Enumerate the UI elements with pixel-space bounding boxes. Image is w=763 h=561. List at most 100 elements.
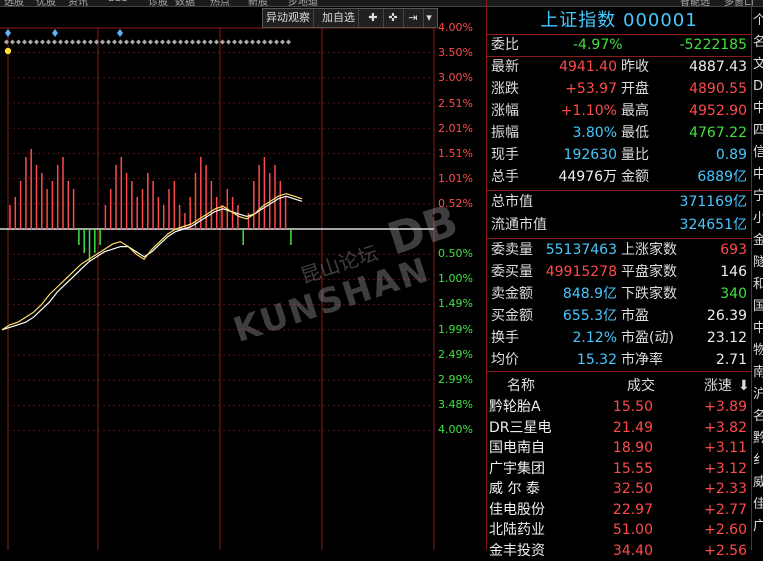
event-marker-blue — [5, 29, 11, 37]
event-marker — [184, 39, 189, 45]
list-item[interactable]: 金丰投资 34.40 +2.56 — [487, 541, 751, 561]
event-marker-blue — [52, 29, 58, 37]
percent-tick-label: 1.49% — [438, 297, 473, 311]
event-marker — [178, 39, 183, 45]
quote-row-junjia: 均价 15.32 市净率 2.71 — [491, 352, 747, 368]
event-marker — [274, 39, 279, 45]
side-char: 宁 — [753, 189, 763, 204]
list-item[interactable]: 北陆药业 51.00 +2.60 — [487, 520, 751, 540]
event-marker — [100, 39, 105, 45]
quote-row-zhenfu: 振幅 3.80% 最低 4767.22 — [491, 125, 747, 141]
event-marker — [124, 39, 129, 45]
dropdown-icon[interactable]: ▾ — [421, 9, 437, 27]
event-marker-blue — [117, 29, 123, 37]
event-marker — [256, 39, 261, 45]
col-name[interactable]: 名称 — [507, 376, 535, 396]
event-marker — [136, 39, 141, 45]
event-marker-yellow — [4, 47, 12, 55]
event-marker — [160, 39, 165, 45]
event-marker — [202, 39, 207, 45]
quote-row-zuixin: 最新 4941.40 昨收 4887.43 — [491, 59, 747, 75]
chart-toolbar: 异动观察 加自选 ✚ ✜ ⇥ ▾ — [262, 8, 438, 28]
quote-row-float-mv: 流通市值 324651亿 — [491, 217, 747, 233]
col-price[interactable]: 成交 — [627, 376, 655, 396]
side-char: 金 — [753, 233, 763, 248]
side-char: 和 — [753, 277, 763, 292]
event-marker — [286, 39, 291, 45]
event-marker — [46, 39, 51, 45]
event-marker — [172, 39, 177, 45]
quote-row-zhangfu: 涨幅 +1.10% 最高 4952.90 — [491, 103, 747, 119]
list-item[interactable]: DR三星电 21.49 +3.82 — [487, 418, 751, 438]
percent-tick-label: 4.00% — [438, 423, 473, 437]
side-char: 国 — [753, 299, 763, 314]
event-marker — [22, 39, 27, 45]
side-char: 四 — [753, 123, 763, 138]
plus-icon[interactable]: ✚ — [363, 9, 384, 27]
percent-tick-label: 0.52% — [438, 197, 473, 211]
event-marker — [58, 39, 63, 45]
event-marker — [262, 39, 267, 45]
event-marker — [238, 39, 243, 45]
side-char: 小 — [753, 211, 763, 226]
side-char: 威 — [753, 475, 763, 490]
quote-row-maijin: 卖金额 848.9亿 下跌家数 340 — [491, 286, 747, 302]
event-marker — [166, 39, 171, 45]
event-marker — [10, 39, 15, 45]
event-marker — [118, 39, 123, 45]
list-item[interactable]: 威 尔 泰 32.50 +2.33 — [487, 479, 751, 499]
event-marker — [280, 39, 285, 45]
event-marker — [208, 39, 213, 45]
quote-row-total-mv: 总市值 371169亿 — [491, 194, 747, 210]
percent-tick-label: 1.00% — [438, 272, 473, 286]
intraday-chart[interactable] — [0, 0, 487, 550]
event-marker — [88, 39, 93, 45]
sort-down-icon[interactable]: ⬇ — [738, 376, 750, 396]
divider — [486, 0, 487, 550]
add-favorite-button[interactable]: 加自选 — [319, 9, 359, 27]
crosshair-icon[interactable]: ✜ — [383, 9, 404, 27]
side-char: 黔 — [753, 431, 763, 446]
event-marker — [52, 39, 57, 45]
side-char: 佳 — [753, 497, 763, 512]
side-char: 信 — [753, 145, 763, 160]
percent-tick-label: 2.99% — [438, 373, 473, 386]
side-char: 文 — [753, 57, 763, 72]
quote-row-maijin2: 买金额 655.3亿 市盈 26.39 — [491, 308, 747, 324]
side-char: 中 — [753, 321, 763, 336]
watch-button[interactable]: 异动观察 — [263, 9, 314, 27]
list-item[interactable]: 佳电股份 22.97 +2.77 — [487, 500, 751, 520]
side-char: 名 — [753, 409, 763, 424]
event-marker — [130, 39, 135, 45]
list-item[interactable]: 国电南自 18.90 +3.11 — [487, 438, 751, 458]
side-char: 沪 — [753, 387, 763, 402]
percent-tick-label: 3.50% — [438, 46, 473, 60]
col-change[interactable]: 涨速 — [704, 376, 732, 396]
event-marker — [70, 39, 75, 45]
list-item[interactable]: 黔轮胎A 15.50 +3.89 — [487, 397, 751, 417]
event-marker — [16, 39, 21, 45]
event-marker — [142, 39, 147, 45]
event-marker — [106, 39, 111, 45]
side-char: 隧 — [753, 255, 763, 270]
side-char: 物 — [753, 343, 763, 358]
event-marker — [40, 39, 45, 45]
event-marker — [244, 39, 249, 45]
percent-tick-label: 1.99% — [438, 322, 473, 336]
list-item[interactable]: 广宇集团 15.55 +3.12 — [487, 459, 751, 479]
percent-tick-label: 2.01% — [438, 121, 473, 135]
event-marker — [196, 39, 201, 45]
event-marker — [34, 39, 39, 45]
event-marker — [190, 39, 195, 45]
event-marker — [232, 39, 237, 45]
index-title: 上证指数 000001 — [540, 10, 698, 31]
quote-row-xianshou: 现手 192630 量比 0.89 — [491, 147, 747, 163]
percent-tick-label: 2.49% — [438, 347, 473, 361]
event-marker — [148, 39, 153, 45]
quote-panel: 上证指数 000001 委比 -4.97% -5222185 最新 4941.40… — [487, 4, 751, 559]
side-char: 中 — [753, 167, 763, 182]
stock-list-header: 名称 成交 涨速 ⬇ — [487, 376, 751, 396]
quote-row-zhangdie: 涨跌 +53.97 开盘 4890.55 — [491, 81, 747, 97]
side-char: 中 — [753, 101, 763, 116]
side-char: 广 — [753, 519, 763, 534]
